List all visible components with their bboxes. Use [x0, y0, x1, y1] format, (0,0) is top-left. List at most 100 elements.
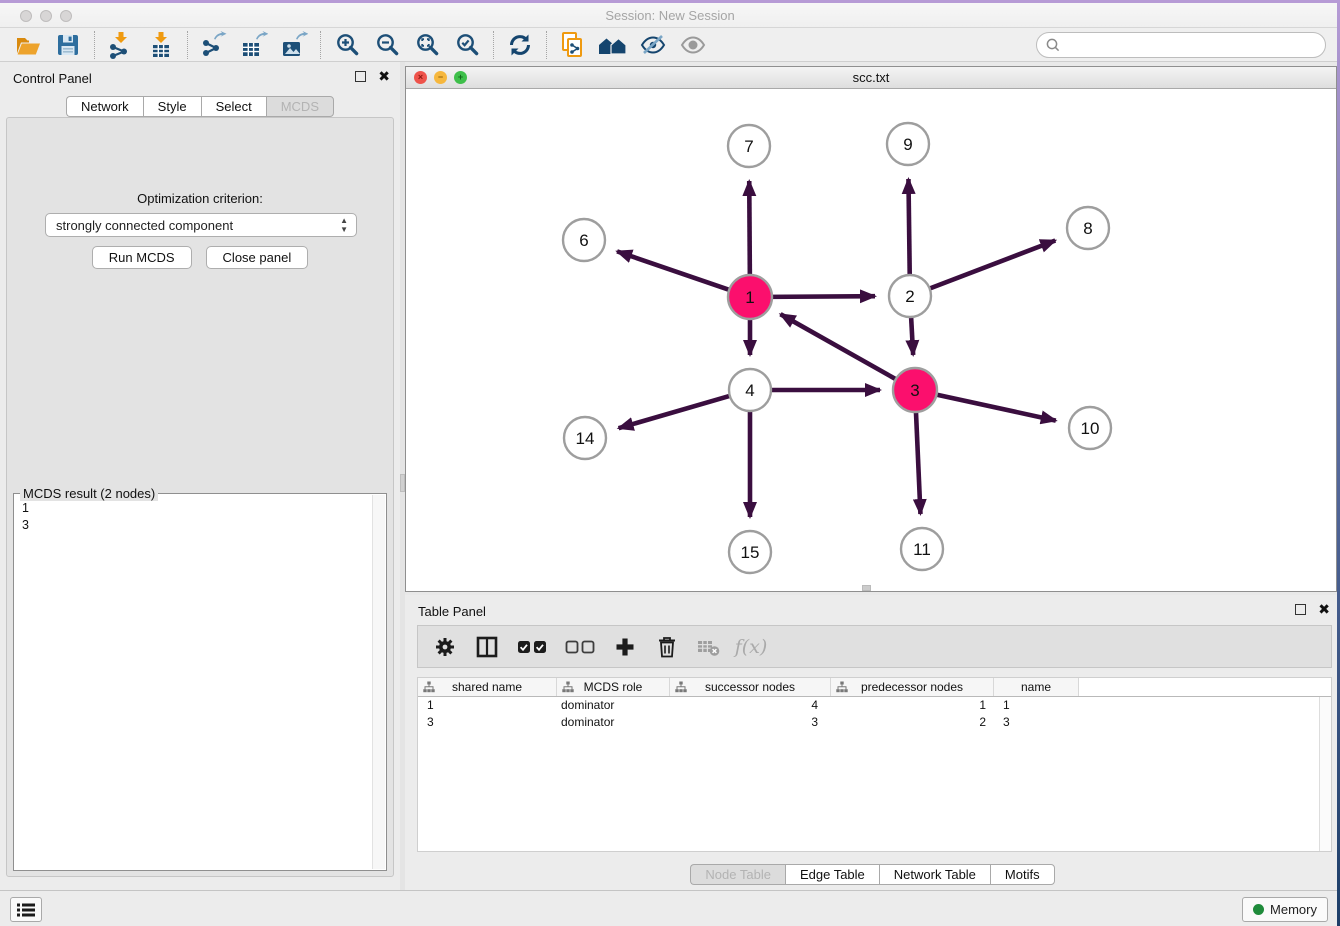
mcds-result-list[interactable]: 1 3: [14, 496, 37, 538]
cell-successor-nodes[interactable]: 3: [670, 714, 831, 731]
graph-edge-3-11[interactable]: [916, 409, 921, 514]
mcds-result-scrollbar[interactable]: [372, 495, 385, 869]
graph-edge-1-2[interactable]: [769, 296, 875, 297]
search-input[interactable]: [1061, 35, 1325, 55]
task-history-button[interactable]: [10, 897, 42, 922]
table-options-icon[interactable]: [432, 634, 458, 660]
main-toolbar: [0, 28, 1340, 62]
chevron-up-down-icon: ▲▼: [340, 216, 348, 234]
open-file-icon[interactable]: [8, 30, 48, 60]
sort-tree-icon: [562, 681, 574, 693]
zoom-out-icon[interactable]: [367, 30, 407, 60]
float-panel-icon[interactable]: [355, 71, 366, 82]
optimization-criterion-label: Optimization criterion:: [7, 191, 393, 206]
sort-tree-icon: [836, 681, 848, 693]
tab-edge-table[interactable]: Edge Table: [785, 864, 879, 885]
session-title: Session: New Session: [0, 8, 1340, 23]
zoom-selected-icon[interactable]: [447, 30, 487, 60]
graph-edge-3-10[interactable]: [934, 394, 1056, 421]
cell-predecessor-nodes[interactable]: 1: [831, 697, 994, 714]
create-column-icon[interactable]: [612, 634, 638, 660]
network-view-title: scc.txt: [406, 70, 1336, 85]
cell-mcds-role[interactable]: dominator: [557, 697, 670, 714]
column-view-icon[interactable]: [474, 634, 500, 660]
control-panel: Control Panel ✖ Network Style Select MCD…: [0, 62, 400, 890]
control-panel-tabs: Network Style Select MCDS: [0, 96, 400, 117]
table-scrollbar[interactable]: [1319, 697, 1331, 851]
show-graphics-details-icon[interactable]: [673, 30, 713, 60]
cell-predecessor-nodes[interactable]: 2: [831, 714, 994, 731]
zoom-fit-icon[interactable]: [407, 30, 447, 60]
tab-motifs[interactable]: Motifs: [990, 864, 1055, 885]
tab-network[interactable]: Network: [66, 96, 143, 117]
toolbar-separator: [187, 31, 188, 59]
graph-edge-1-7[interactable]: [749, 181, 750, 278]
import-table-icon[interactable]: [141, 30, 181, 60]
home-layout-icon[interactable]: [593, 30, 633, 60]
tab-network-table[interactable]: Network Table: [879, 864, 990, 885]
function-builder-icon[interactable]: f(x): [738, 634, 764, 660]
tab-node-table[interactable]: Node Table: [690, 864, 785, 885]
cell-name[interactable]: 3: [994, 714, 1079, 731]
refresh-icon[interactable]: [500, 30, 540, 60]
graph-edge-1-6[interactable]: [617, 251, 732, 290]
import-network-icon[interactable]: [101, 30, 141, 60]
hide-graphics-details-icon[interactable]: [633, 30, 673, 60]
cell-shared-name[interactable]: 3: [418, 714, 557, 731]
duplicate-network-icon[interactable]: [553, 30, 593, 60]
graph-node-label-10: 10: [1081, 419, 1100, 438]
search-box: [1036, 32, 1326, 58]
status-bar: Memory: [0, 890, 1340, 926]
tab-style[interactable]: Style: [143, 96, 201, 117]
close-panel-button[interactable]: Close panel: [206, 246, 309, 269]
cell-successor-nodes[interactable]: 4: [670, 697, 831, 714]
column-header-mcds-role[interactable]: MCDS role: [557, 678, 670, 696]
table-row[interactable]: 3 dominator 3 2 3: [418, 714, 1331, 731]
column-header-successor-nodes[interactable]: successor nodes: [670, 678, 831, 696]
tab-mcds[interactable]: MCDS: [266, 96, 334, 117]
graph-node-label-11: 11: [913, 540, 931, 559]
cell-name[interactable]: 1: [994, 697, 1079, 714]
deselect-checks-icon[interactable]: [564, 634, 596, 660]
tab-select[interactable]: Select: [201, 96, 266, 117]
export-network-icon[interactable]: [194, 30, 234, 60]
graph-edge-2-3[interactable]: [911, 315, 913, 355]
cell-mcds-role[interactable]: dominator: [557, 714, 670, 731]
toolbar-separator: [320, 31, 321, 59]
network-canvas[interactable]: 1234678910111415: [406, 89, 1336, 591]
sort-tree-icon: [423, 681, 435, 693]
network-canvas-container: 1234678910111415: [406, 89, 1336, 591]
toolbar-separator: [493, 31, 494, 59]
dropdown-selected-value: strongly connected component: [56, 218, 233, 233]
memory-label: Memory: [1270, 902, 1317, 917]
table-panel: Table Panel ✖ f(x) shared: [405, 595, 1340, 890]
graph-edge-2-9[interactable]: [908, 179, 909, 277]
table-toolbar: f(x): [417, 625, 1332, 668]
column-header-shared-name[interactable]: shared name: [418, 678, 557, 696]
select-all-checks-icon[interactable]: [516, 634, 548, 660]
float-table-panel-icon[interactable]: [1295, 604, 1306, 615]
close-table-panel-icon[interactable]: ✖: [1318, 601, 1330, 618]
memory-button[interactable]: Memory: [1242, 897, 1328, 922]
graph-edge-3-1[interactable]: [780, 314, 898, 380]
cell-shared-name[interactable]: 1: [418, 697, 557, 714]
zoom-in-icon[interactable]: [327, 30, 367, 60]
optimization-criterion-select[interactable]: strongly connected component ▲▼: [45, 213, 357, 237]
graph-edge-4-14[interactable]: [619, 395, 732, 428]
graph-edge-2-8[interactable]: [928, 240, 1056, 289]
toolbar-separator: [546, 31, 547, 59]
save-session-icon[interactable]: [48, 30, 88, 60]
delete-columns-icon[interactable]: [654, 634, 680, 660]
table-row[interactable]: 1 dominator 4 1 1: [418, 697, 1331, 714]
canvas-scrollbar-nub[interactable]: [862, 585, 871, 591]
sort-tree-icon: [675, 681, 687, 693]
column-header-predecessor-nodes[interactable]: predecessor nodes: [831, 678, 994, 696]
mcds-result-line: 3: [22, 517, 29, 534]
export-image-icon[interactable]: [274, 30, 314, 60]
run-mcds-button[interactable]: Run MCDS: [92, 246, 192, 269]
export-table-icon[interactable]: [234, 30, 274, 60]
graph-node-label-8: 8: [1083, 219, 1092, 238]
delete-table-icon[interactable]: [696, 634, 722, 660]
column-header-name[interactable]: name: [994, 678, 1079, 696]
close-panel-icon[interactable]: ✖: [378, 68, 390, 85]
